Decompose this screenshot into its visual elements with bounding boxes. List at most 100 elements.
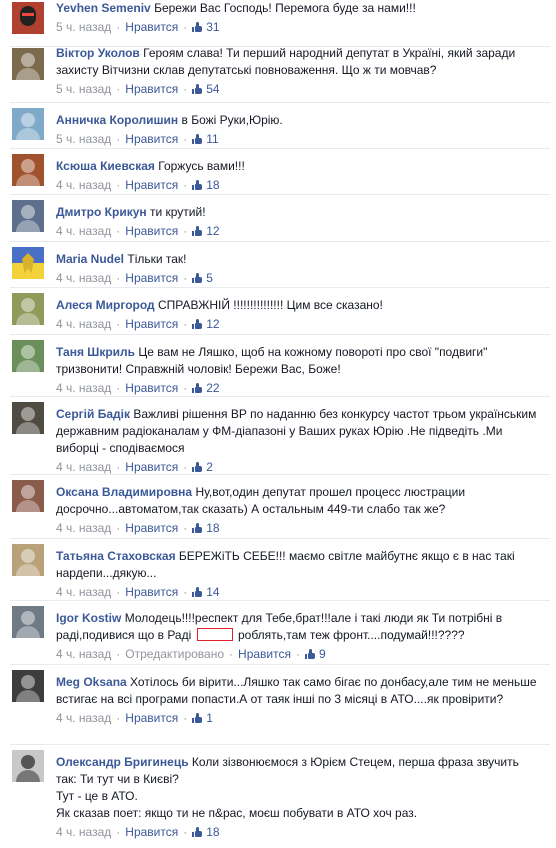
comment-time[interactable]: 4 ч. назад xyxy=(56,178,111,192)
like-button[interactable]: Нравится xyxy=(125,82,178,96)
comment-meta: 5 ч. назад · Нравится · 11 xyxy=(56,132,219,146)
like-button[interactable]: Нравится xyxy=(125,132,178,146)
like-button[interactable]: Нравится xyxy=(125,460,178,474)
divider xyxy=(10,46,550,47)
like-button[interactable]: Нравится xyxy=(125,271,178,285)
masked-figure-avatar[interactable] xyxy=(12,2,44,34)
ukraine-flag-avatar[interactable] xyxy=(12,247,44,279)
person-avatar[interactable] xyxy=(12,200,44,232)
comment-list: Yevhen Semeniv Бережи Вас Господь! Перем… xyxy=(0,0,556,840)
comment-author[interactable]: Алеся Миргород xyxy=(56,298,155,312)
like-count[interactable]: 9 xyxy=(319,647,326,661)
comment-time[interactable]: 4 ч. назад xyxy=(56,647,111,661)
divider xyxy=(10,744,550,745)
comment-author[interactable]: Дмитро Крикун xyxy=(56,205,147,219)
comment-author[interactable]: Татьяна Стаховская xyxy=(56,549,176,563)
like-count[interactable]: 18 xyxy=(206,825,219,839)
like-button[interactable]: Нравится xyxy=(125,521,178,535)
person-avatar[interactable] xyxy=(12,293,44,325)
comment: Алеся Миргород СПРАВЖНІЙ !!!!!!!!!!!!!!!… xyxy=(0,287,556,334)
comment-time[interactable]: 4 ч. назад xyxy=(56,521,111,535)
like-count[interactable]: 22 xyxy=(206,381,219,395)
divider xyxy=(10,287,550,288)
thumbs-up-icon xyxy=(192,319,203,329)
comment: Оксана Владимировна Ну,вот,один депутат … xyxy=(0,474,556,538)
like-count[interactable]: 11 xyxy=(206,132,218,146)
like-button[interactable]: Нравится xyxy=(238,647,291,661)
comment-author[interactable]: Таня Шкриль xyxy=(56,345,135,359)
like-count[interactable]: 5 xyxy=(206,271,213,285)
comment-time[interactable]: 5 ч. назад xyxy=(56,82,111,96)
thumbs-up-icon xyxy=(192,84,203,94)
divider xyxy=(10,241,550,242)
like-button[interactable]: Нравится xyxy=(125,20,178,34)
like-button[interactable]: Нравится xyxy=(125,381,178,395)
comment-meta: 4 ч. назад · Нравится · 18 xyxy=(56,521,220,535)
comment-text-line: Як сказав поет: якщо ти не п&рас, моєш п… xyxy=(56,806,418,820)
divider xyxy=(10,148,550,149)
comment: Meg Oksana Хотілось би вірити...Ляшко та… xyxy=(0,664,556,744)
comment-author[interactable]: Ксюша Киевская xyxy=(56,159,155,173)
like-button[interactable]: Нравится xyxy=(125,711,178,725)
comment: Ксюша Киевская Горжусь вами!!! 4 ч. наза… xyxy=(0,148,556,194)
like-count[interactable]: 18 xyxy=(206,178,219,192)
like-button[interactable]: Нравится xyxy=(125,178,178,192)
comment-time[interactable]: 4 ч. назад xyxy=(56,460,111,474)
thumbs-up-icon xyxy=(192,462,203,472)
like-count[interactable]: 18 xyxy=(206,521,219,535)
thumbs-up-icon xyxy=(192,226,203,236)
like-count[interactable]: 12 xyxy=(206,224,219,238)
comment-time[interactable]: 4 ч. назад xyxy=(56,381,111,395)
person-avatar[interactable] xyxy=(12,480,44,512)
landscape-avatar[interactable] xyxy=(12,544,44,576)
comment-time[interactable]: 4 ч. назад xyxy=(56,585,111,599)
comment-author[interactable]: Yevhen Semeniv xyxy=(56,1,151,15)
like-count[interactable]: 14 xyxy=(206,585,219,599)
like-count[interactable]: 12 xyxy=(206,317,219,331)
comment-author[interactable]: Igor Kostiw xyxy=(56,611,121,625)
comment-meta: 4 ч. назад · Нравится · 2 xyxy=(56,460,213,474)
like-button[interactable]: Нравится xyxy=(125,585,178,599)
comment-text: Тільки так! xyxy=(127,252,187,266)
comment-time[interactable]: 4 ч. назад xyxy=(56,271,111,285)
comment-time[interactable]: 4 ч. назад xyxy=(56,825,111,839)
comment-author[interactable]: Maria Nudel xyxy=(56,252,124,266)
person-avatar[interactable] xyxy=(12,670,44,702)
comment-author[interactable]: Анничка Королишин xyxy=(56,113,178,127)
person-avatar[interactable] xyxy=(12,48,44,80)
thumbs-up-icon xyxy=(192,22,203,32)
comment-meta: 4 ч. назад · Нравится · 18 xyxy=(56,825,220,839)
comment: Сергій Бадік Важливі рішення ВР по надан… xyxy=(0,396,556,474)
like-count[interactable]: 31 xyxy=(206,20,219,34)
comment-time[interactable]: 5 ч. назад xyxy=(56,132,111,146)
thumbs-up-icon xyxy=(304,649,315,659)
comment-author[interactable]: Олександр Бригинець xyxy=(56,755,189,769)
comment-time[interactable]: 4 ч. назад xyxy=(56,224,111,238)
comment-author[interactable]: Сергій Бадік xyxy=(56,407,130,421)
comment-time[interactable]: 4 ч. назад xyxy=(56,711,111,725)
comment-author[interactable]: Віктор Уколов xyxy=(56,46,140,60)
divider xyxy=(10,194,550,195)
person-avatar[interactable] xyxy=(12,402,44,434)
like-count[interactable]: 1 xyxy=(206,711,213,725)
like-count[interactable]: 54 xyxy=(206,82,219,96)
comment-time[interactable]: 4 ч. назад xyxy=(56,317,111,331)
like-count[interactable]: 2 xyxy=(206,460,213,474)
person-avatar[interactable] xyxy=(12,606,44,638)
person-avatar[interactable] xyxy=(12,108,44,140)
edited-label[interactable]: Отредактировано xyxy=(125,647,224,661)
group-avatar[interactable] xyxy=(12,154,44,186)
comment-meta: 4 ч. назад · Нравится · 5 xyxy=(56,271,213,285)
divider xyxy=(10,538,550,539)
comment-author[interactable]: Meg Oksana xyxy=(56,675,127,689)
comment-text: Бережи Вас Господь! Перемога буде за нам… xyxy=(154,1,416,15)
comment-time[interactable]: 5 ч. назад xyxy=(56,20,111,34)
like-button[interactable]: Нравится xyxy=(125,224,178,238)
person-avatar[interactable] xyxy=(12,340,44,372)
comment-author[interactable]: Оксана Владимировна xyxy=(56,485,192,499)
comment: Олександр Бригинець Коли зізвонюємося з … xyxy=(0,744,556,840)
like-button[interactable]: Нравится xyxy=(125,825,178,839)
divider xyxy=(10,334,550,335)
person-avatar[interactable] xyxy=(12,750,44,782)
like-button[interactable]: Нравится xyxy=(125,317,178,331)
